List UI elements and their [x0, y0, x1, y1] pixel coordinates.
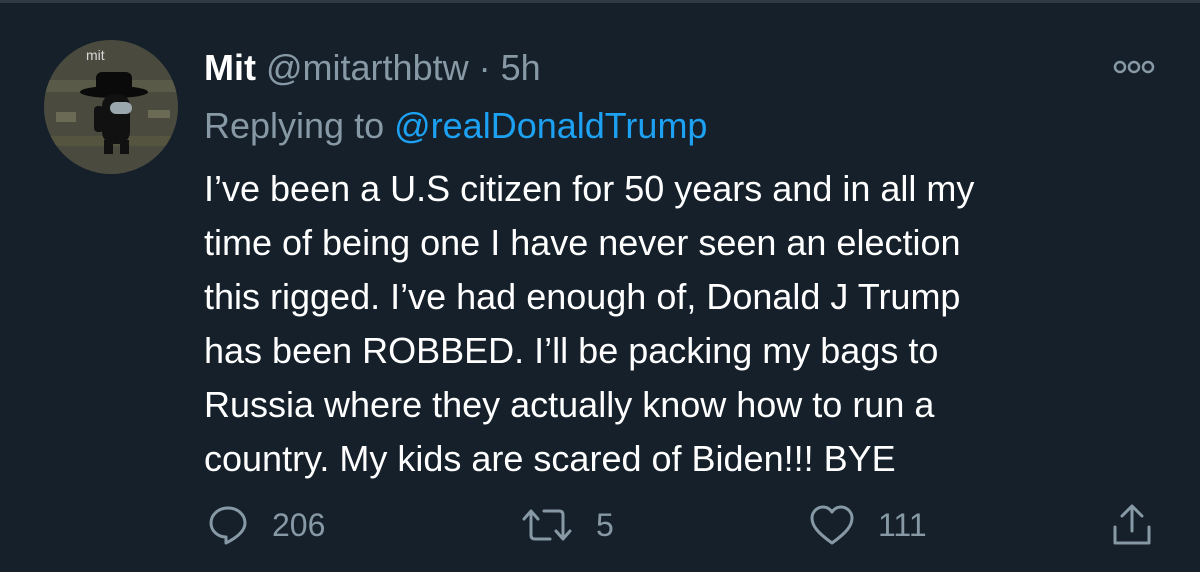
separator-dot: ·	[478, 47, 491, 88]
tweet-text-line: country. My kids are scared of Biden!!! …	[204, 438, 896, 479]
tweet-text-line: has been ROBBED. I’ll be packing my bags…	[204, 330, 939, 371]
replying-to-label: Replying to	[204, 105, 385, 146]
tweet-header: Mit @mitarthbtw · 5h	[204, 46, 541, 90]
more-button[interactable]	[1112, 52, 1156, 82]
more-icon	[1113, 60, 1155, 74]
tweet-text: I’ve been a U.S citizen for 50 years and…	[204, 162, 1164, 486]
action-bar: 206 5 111	[0, 500, 1200, 550]
avatar-image: mit	[44, 40, 178, 174]
retweet-count: 5	[596, 506, 614, 543]
share-icon	[1113, 504, 1151, 545]
timestamp[interactable]: 5h	[501, 47, 541, 88]
like-count: 111	[878, 506, 927, 543]
replying-to-handle[interactable]: @realDonaldTrump	[394, 105, 707, 146]
tweet-text-line: I’ve been a U.S citizen for 50 years and…	[204, 168, 975, 209]
reply-count: 206	[272, 506, 326, 543]
heart-icon	[810, 505, 854, 545]
avatar-label: mit	[86, 47, 105, 63]
tweet-text-line: this rigged. I’ve had enough of, Donald …	[204, 276, 961, 317]
tweet-text-line: Russia where they actually know how to r…	[204, 384, 935, 425]
like-button[interactable]: 111	[808, 500, 927, 550]
retweet-icon	[522, 509, 572, 541]
display-name[interactable]: Mit	[204, 47, 256, 88]
tweet-text-line: time of being one I have never seen an e…	[204, 222, 961, 263]
retweet-button[interactable]: 5	[520, 500, 614, 550]
share-button[interactable]	[1110, 500, 1154, 550]
top-divider	[0, 0, 1200, 3]
avatar[interactable]: mit	[44, 40, 178, 174]
user-handle[interactable]: @mitarthbtw	[266, 47, 469, 88]
replying-to: Replying to @realDonaldTrump	[204, 104, 707, 148]
reply-button[interactable]: 206	[206, 500, 325, 550]
reply-icon	[209, 506, 247, 545]
